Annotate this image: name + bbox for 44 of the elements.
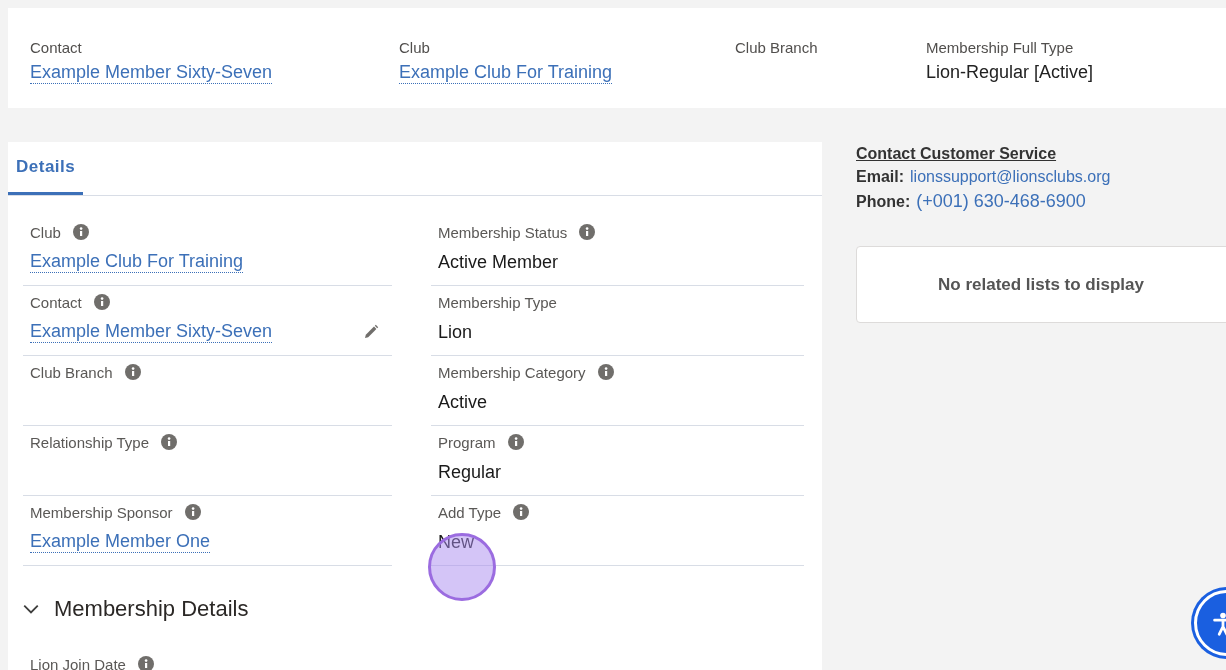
info-icon[interactable] — [160, 434, 177, 450]
field-label: Club — [30, 223, 61, 241]
field-label: Program — [438, 433, 496, 451]
empty-message: No related lists to display — [938, 274, 1144, 295]
record-link[interactable]: Example Club For Training — [30, 251, 244, 273]
field-label: Club — [399, 39, 430, 56]
section-header[interactable]: Membership Details — [22, 596, 249, 622]
field-value: Active — [438, 391, 488, 413]
tab[interactable]: Details — [8, 142, 84, 195]
field-label: Add Type — [438, 503, 502, 521]
field-value: Lion-Regular [Active] — [926, 62, 1094, 83]
info-icon[interactable] — [513, 504, 530, 520]
record-link[interactable]: Example Member Sixty-Seven — [30, 62, 273, 84]
info-icon[interactable] — [137, 656, 154, 670]
field-label: Relationship Type — [30, 433, 149, 451]
info-icon[interactable] — [93, 294, 110, 310]
info-icon[interactable] — [507, 434, 524, 450]
record-link[interactable]: Example Member One — [30, 531, 211, 553]
phone-link[interactable]: (+001) 630-468-6900 — [916, 191, 1086, 212]
info-icon[interactable] — [597, 364, 614, 380]
contact-label: Phone: — [856, 193, 911, 211]
info-icon[interactable] — [579, 224, 596, 240]
field-label: Membership Full Type — [926, 39, 1074, 56]
info-icon[interactable] — [124, 364, 141, 380]
field-label: Club Branch — [735, 39, 818, 56]
record-link[interactable]: Example Club For Training — [399, 62, 613, 84]
record-link[interactable]: Example Member Sixty-Seven — [30, 321, 273, 343]
field-value: Active Member — [438, 251, 559, 273]
field-label: Club Branch — [30, 363, 113, 381]
info-icon[interactable] — [184, 504, 201, 520]
field-value: Lion — [438, 321, 473, 343]
field-label: Membership Sponsor — [30, 503, 173, 521]
field-label: Membership Status — [438, 223, 568, 241]
field-label: Contact — [30, 39, 82, 56]
contact-label: Email: — [856, 168, 904, 186]
customer-service-link[interactable]: Contact Customer Service — [856, 145, 1057, 163]
field-label: Lion Join Date — [30, 655, 126, 670]
field-label: Membership Category — [438, 363, 586, 381]
info-icon[interactable] — [72, 224, 89, 240]
field-label: Contact — [30, 293, 82, 311]
pencil-icon[interactable] — [363, 324, 379, 340]
field-label: Membership Type — [438, 293, 557, 311]
email-link[interactable]: lionssupport@lionsclubs.org — [910, 168, 1111, 186]
field-value: Regular — [438, 461, 502, 483]
